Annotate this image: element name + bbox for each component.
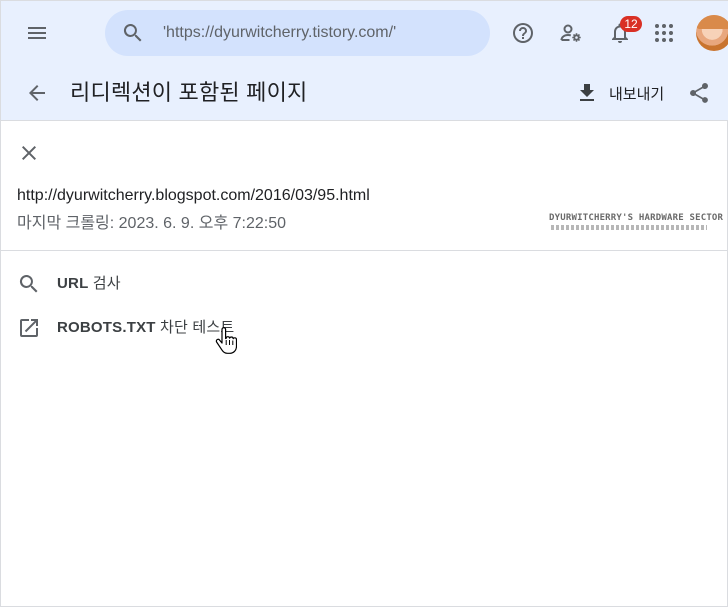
export-label: 내보내기 <box>609 85 665 103</box>
search-icon <box>19 275 38 293</box>
help-button[interactable] <box>501 11 545 55</box>
page-title: 리디렉션이 포함된 페이지 <box>70 80 308 105</box>
search-input[interactable] <box>163 10 478 56</box>
page-thumbnail: DYURWITCHERRY'S HARDWARE SECTOR <box>549 212 724 234</box>
notifications-button[interactable]: 12 <box>598 11 642 55</box>
search-box[interactable] <box>105 10 490 56</box>
page-url: http://dyurwitcherry.blogspot.com/2016/0… <box>17 187 370 204</box>
thumbnail-subtext-bar <box>551 225 707 230</box>
open-in-new-icon <box>20 319 38 337</box>
robots-txt-test-action[interactable]: ROBOTS.TXT 차단 테스트 <box>1 308 301 348</box>
url-inspection-action[interactable]: URL 검사 <box>1 264 301 304</box>
page-header: 리디렉션이 포함된 페이지 내보내기 <box>1 65 728 121</box>
notification-count-badge: 12 <box>620 16 642 32</box>
thumbnail-text: DYURWITCHERRY'S HARDWARE SECTOR <box>549 213 724 223</box>
avatar-image <box>696 15 728 29</box>
close-button[interactable] <box>9 133 49 173</box>
manage-users-button[interactable] <box>549 11 593 55</box>
robots-txt-test-label-bold: ROBOTS.TXT <box>57 319 156 336</box>
apps-grid-icon <box>655 24 673 42</box>
url-inspection-label-bold: URL <box>57 275 89 292</box>
top-app-bar: 12 <box>1 1 728 65</box>
divider <box>1 250 728 251</box>
share-icon <box>690 83 708 103</box>
last-crawled-text: 마지막 크롤링: 2023. 6. 9. 오후 7:22:50 <box>17 215 286 232</box>
account-avatar[interactable] <box>696 15 728 51</box>
back-arrow-icon <box>29 85 45 101</box>
url-inspection-label-rest: 검사 <box>88 275 121 292</box>
url-inspection-label: URL 검사 <box>57 274 121 294</box>
main-menu-button[interactable] <box>15 11 59 55</box>
robots-txt-test-label: ROBOTS.TXT 차단 테스트 <box>57 318 234 338</box>
apps-button[interactable] <box>642 11 686 55</box>
app-frame: 12 리디렉션이 포함된 페이지 내보내기 http://dy <box>0 0 728 607</box>
back-button[interactable] <box>15 71 59 115</box>
share-button[interactable] <box>677 71 721 115</box>
manage-users-icon <box>560 24 581 42</box>
download-icon <box>580 84 594 101</box>
help-icon <box>513 23 533 43</box>
hand-pointer-icon <box>215 327 237 354</box>
export-button[interactable]: 내보내기 <box>567 73 672 113</box>
menu-icon <box>28 27 46 39</box>
close-icon <box>22 146 36 160</box>
search-icon <box>123 24 142 42</box>
